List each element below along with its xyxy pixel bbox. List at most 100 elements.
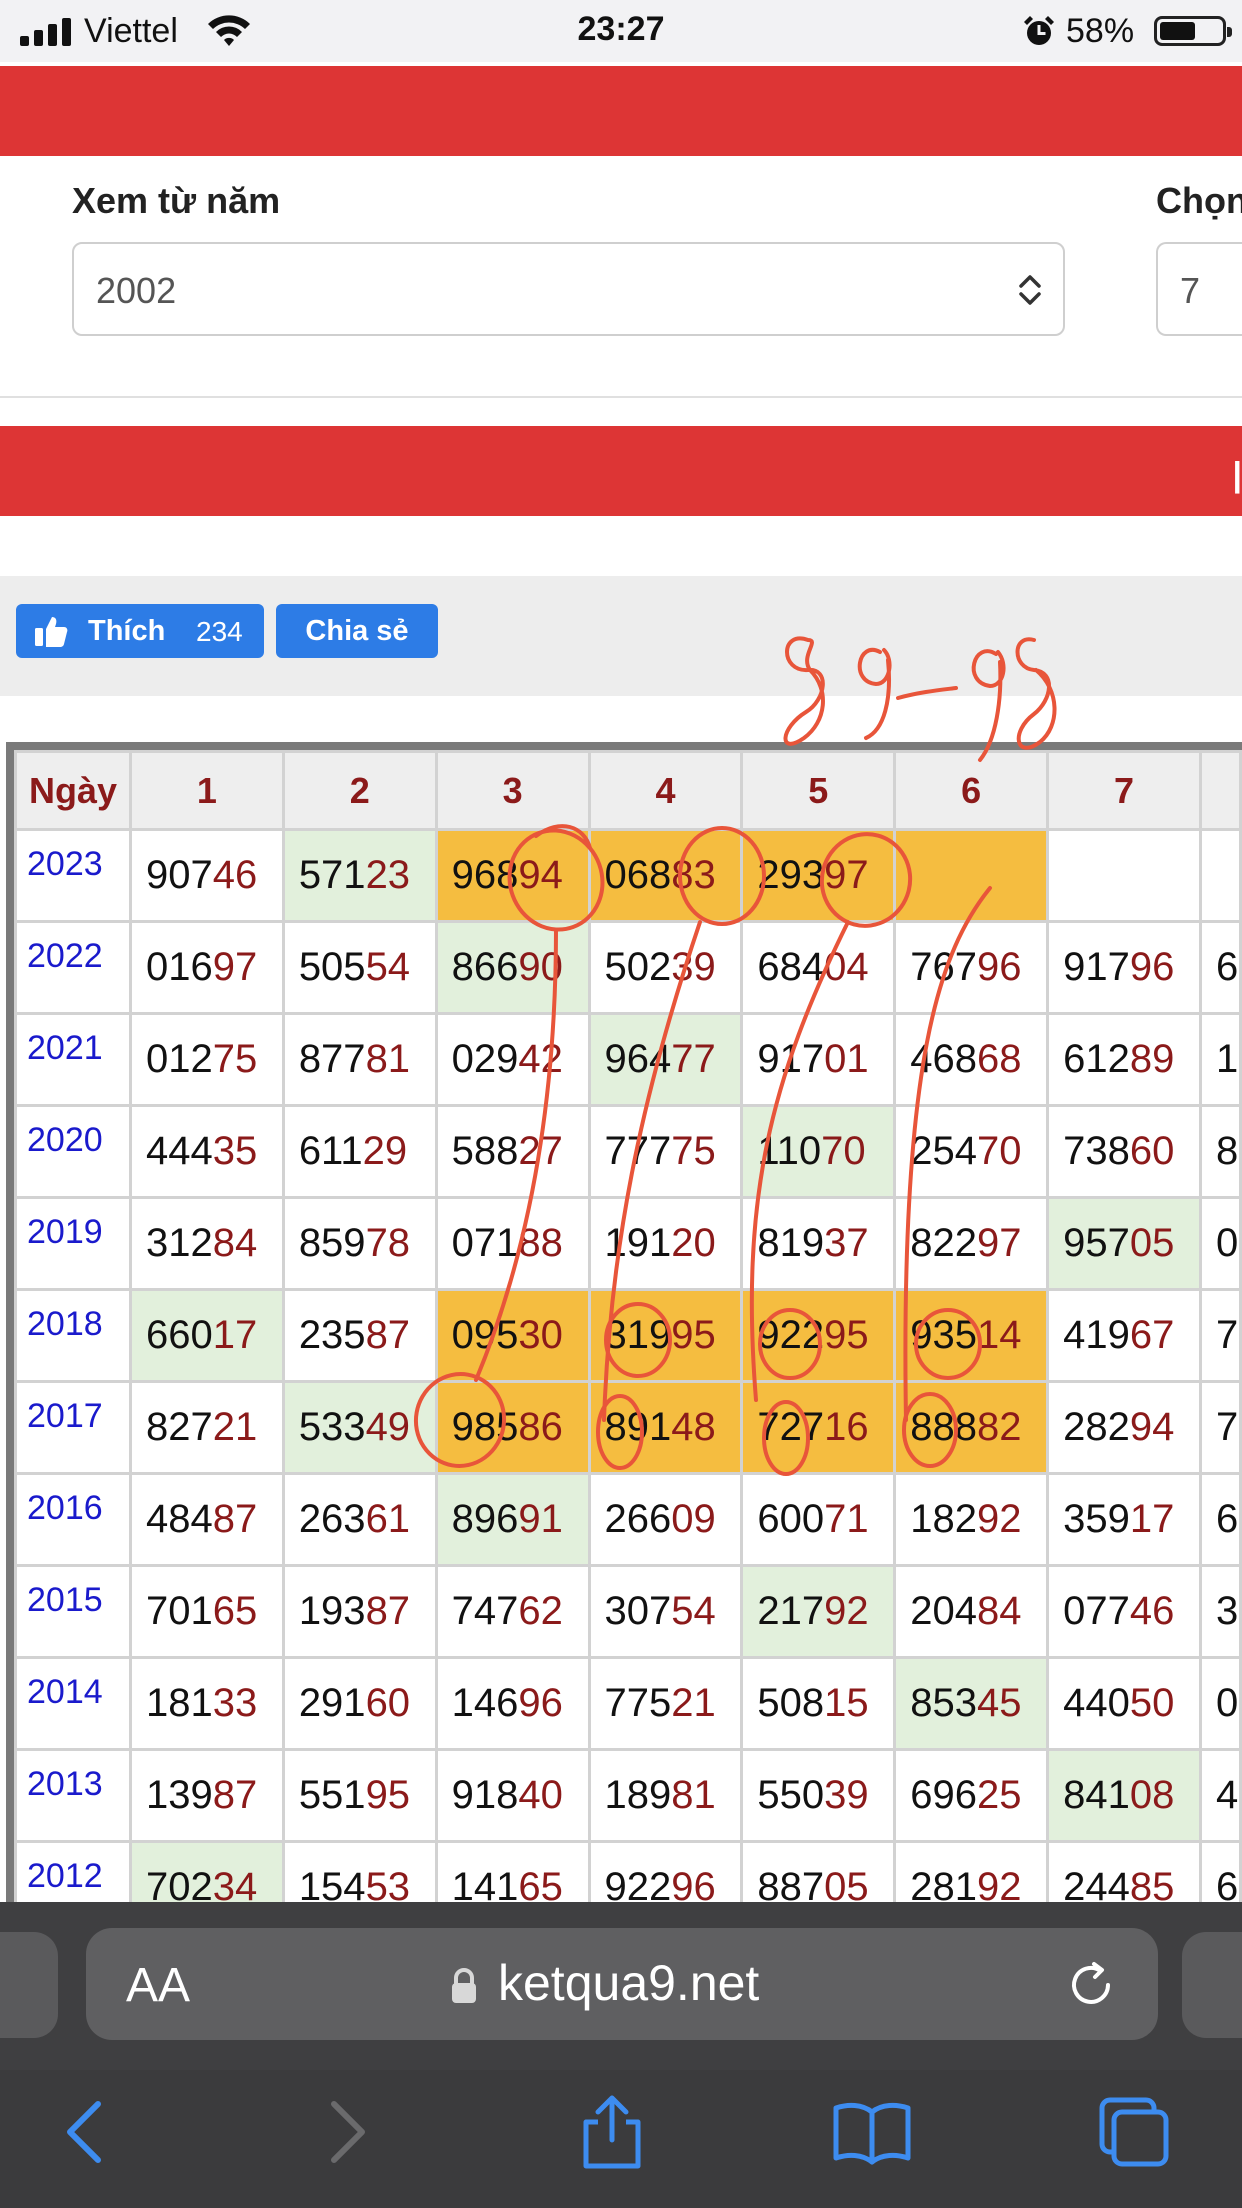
result-cell: 19120 [587,1196,744,1291]
result-head-digits: 968 [451,853,519,897]
result-head-digits: 922 [604,1865,672,1902]
column-header-edge [1198,750,1242,831]
year-cell[interactable]: 2013 [14,1748,132,1843]
result-cell: 61289 [1046,1012,1202,1107]
address-bar[interactable]: AA ketqua9.net [86,1928,1158,2040]
result-tail-digits: 14 [977,1313,1022,1357]
result-head-digits: 917 [757,1037,825,1081]
year-cell[interactable]: 2019 [14,1196,132,1291]
result-tail-digits: 85 [1129,1865,1175,1902]
text-size-button[interactable]: AA [126,1958,190,2013]
result-tail-digits: 33 [212,1681,258,1725]
table-row: 2017 82721 53349 98586 89148 72716 88882 28294 7 [14,1380,1242,1475]
result-head-digits: 985 [451,1405,519,1449]
choose-label: Chọn [1156,180,1242,221]
bookmarks-icon[interactable] [832,2092,912,2172]
result-tail-digits: 08 [1129,1773,1175,1817]
result-cell: 87781 [281,1012,438,1107]
result-cell: 01697 [128,920,285,1015]
result-cell: 96477 [587,1012,744,1107]
result-tail-digits: 16 [824,1405,869,1449]
result-cell: 29397 [740,828,897,923]
result-head-digits: 012 [145,1037,213,1081]
year-cell[interactable]: 2014 [14,1656,132,1751]
result-head-digits: 775 [604,1681,672,1725]
result-cell: 95705 [1046,1196,1202,1291]
result-cell: 35917 [1046,1472,1202,1567]
year-cell[interactable]: 2018 [14,1288,132,1383]
result-head-digits: 282 [1063,1405,1130,1449]
result-tail-digits: 96 [977,945,1022,989]
year-cell[interactable]: 2020 [14,1104,132,1199]
result-tail-digits: 96 [671,1865,716,1902]
chevron-updown-icon [1019,275,1041,305]
result-head-digits: 887 [757,1865,825,1902]
share-button[interactable]: Chia sẻ [276,604,438,658]
next-tab-preview[interactable] [1182,1932,1242,2038]
result-cell: 44435 [128,1104,285,1199]
result-tail-digits: 04 [824,945,869,989]
result-tail-digits: 45 [977,1681,1022,1725]
year-cell[interactable]: 2015 [14,1564,132,1659]
from-year-value: 2002 [96,270,177,311]
year-cell[interactable]: 2016 [14,1472,132,1567]
previous-tab-preview[interactable] [0,1932,58,2038]
table-row: 2015 70165 19387 74762 30754 21792 20484 07746 3 [14,1564,1242,1659]
result-head-digits: 217 [757,1589,825,1633]
result-head-digits: 777 [604,1129,672,1173]
result-cell: 85345 [893,1656,1050,1751]
result-cell: 44050 [1046,1656,1202,1751]
forward-icon[interactable] [306,2092,386,2172]
result-head-digits: 684 [757,945,825,989]
result-tail-digits: 68 [977,1037,1022,1081]
result-cell: 20484 [893,1564,1050,1659]
table-row: 2016 48487 26361 89691 26609 60071 18292 35917 6 [14,1472,1242,1567]
result-head-digits: 502 [604,945,672,989]
result-cell: 53349 [281,1380,438,1475]
result-head-digits: 853 [910,1681,977,1725]
lock-icon [452,1968,476,2003]
share-icon[interactable] [572,2092,652,2172]
result-cell: 85978 [281,1196,438,1291]
result-tail-digits: 17 [1129,1497,1175,1541]
tabs-icon[interactable] [1094,2092,1174,2172]
edge-cell: 4 [1198,1748,1242,1843]
year-cell[interactable]: 2022 [14,920,132,1015]
edge-cell: 3 [1198,1564,1242,1659]
result-tail-digits: 94 [1129,1405,1175,1449]
year-cell[interactable]: 2017 [14,1380,132,1475]
year-cell[interactable]: 2021 [14,1012,132,1107]
result-head-digits: 181 [145,1681,213,1725]
result-cell: 19387 [281,1564,438,1659]
result-tail-digits: 05 [824,1865,869,1902]
result-head-digits: 505 [298,945,366,989]
result-tail-digits: 92 [824,1589,869,1633]
back-icon[interactable] [46,2092,126,2172]
result-tail-digits: 01 [824,1037,869,1081]
result-tail-digits: 78 [365,1221,411,1265]
result-head-digits: 146 [451,1681,519,1725]
result-head-digits: 896 [451,1497,519,1541]
result-tail-digits: 90 [518,945,563,989]
result-cell: 24485 [1046,1840,1202,1902]
result-head-digits: 612 [1063,1037,1130,1081]
result-tail-digits: 86 [518,1405,563,1449]
edge-cell: 0 [1198,1656,1242,1751]
result-head-digits: 588 [451,1129,519,1173]
result-tail-digits: 88 [518,1221,563,1265]
reload-icon[interactable] [1064,1958,1118,2012]
result-cell: 02942 [434,1012,591,1107]
choose-select[interactable]: 7 [1156,242,1242,336]
column-header: 7 [1046,750,1202,831]
from-year-select[interactable]: 2002 [72,242,1065,336]
result-tail-digits: 87 [212,1497,258,1541]
result-cell: 91840 [434,1748,591,1843]
result-cell: 26609 [587,1472,744,1567]
share-label: Chia sẻ [305,615,409,647]
year-cell[interactable]: 2012 [14,1840,132,1902]
result-head-digits: 551 [298,1773,366,1817]
result-head-digits: 068 [604,853,672,897]
year-cell[interactable]: 2023 [14,828,132,923]
result-head-digits: 747 [451,1589,519,1633]
like-button[interactable]: Thích 234 [16,604,264,658]
